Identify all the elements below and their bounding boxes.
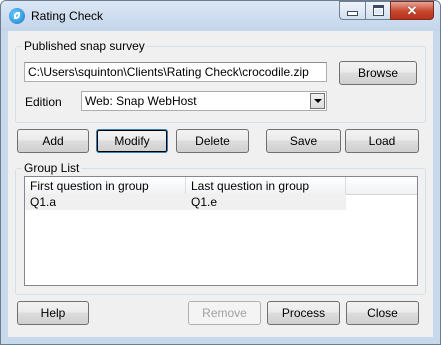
title-bar[interactable]: Rating Check ✕ <box>1 1 440 31</box>
group-list-legend: Group List <box>24 161 80 175</box>
maximize-icon <box>372 5 384 16</box>
browse-button[interactable]: Browse <box>339 61 417 85</box>
column-header-last-question[interactable]: Last question in group <box>186 177 346 194</box>
modify-button[interactable]: Modify <box>96 129 168 153</box>
dialog-window: Rating Check ✕ Published snap survey C:\… <box>0 0 441 345</box>
app-icon <box>9 8 25 24</box>
column-header-filler <box>346 177 417 194</box>
survey-file-path-input[interactable]: C:\Users\squinton\Clients\Rating Check\c… <box>24 62 327 82</box>
add-button[interactable]: Add <box>17 129 89 153</box>
group-list-table[interactable]: First question in group Last question in… <box>24 176 418 286</box>
close-button[interactable]: Close <box>346 301 419 325</box>
edition-select-value: Web: Snap WebHost <box>85 94 197 108</box>
dialog-client-area: Published snap survey C:\Users\squinton\… <box>8 31 433 337</box>
save-button[interactable]: Save <box>266 129 341 153</box>
column-header-first-question[interactable]: First question in group <box>25 177 186 194</box>
minimize-icon <box>347 11 358 16</box>
delete-button[interactable]: Delete <box>176 129 249 153</box>
chevron-down-icon[interactable] <box>310 93 325 109</box>
row-first-question-cell: Q1.a <box>25 194 186 210</box>
maximize-button[interactable] <box>365 1 391 20</box>
table-header: First question in group Last question in… <box>25 177 417 195</box>
minimize-button[interactable] <box>339 1 366 20</box>
edition-select[interactable]: Web: Snap WebHost <box>81 91 327 111</box>
edition-label: Edition <box>25 95 62 109</box>
remove-button[interactable]: Remove <box>188 301 261 325</box>
close-window-button[interactable]: ✕ <box>390 1 434 20</box>
load-button[interactable]: Load <box>345 129 419 153</box>
row-last-question-cell: Q1.e <box>186 194 346 210</box>
table-row[interactable]: Q1.a Q1.e <box>25 194 417 210</box>
process-button[interactable]: Process <box>267 301 340 325</box>
window-title: Rating Check <box>31 9 104 23</box>
published-snap-survey-legend: Published snap survey <box>24 39 145 53</box>
help-button[interactable]: Help <box>17 301 89 325</box>
close-icon: ✕ <box>406 3 418 18</box>
